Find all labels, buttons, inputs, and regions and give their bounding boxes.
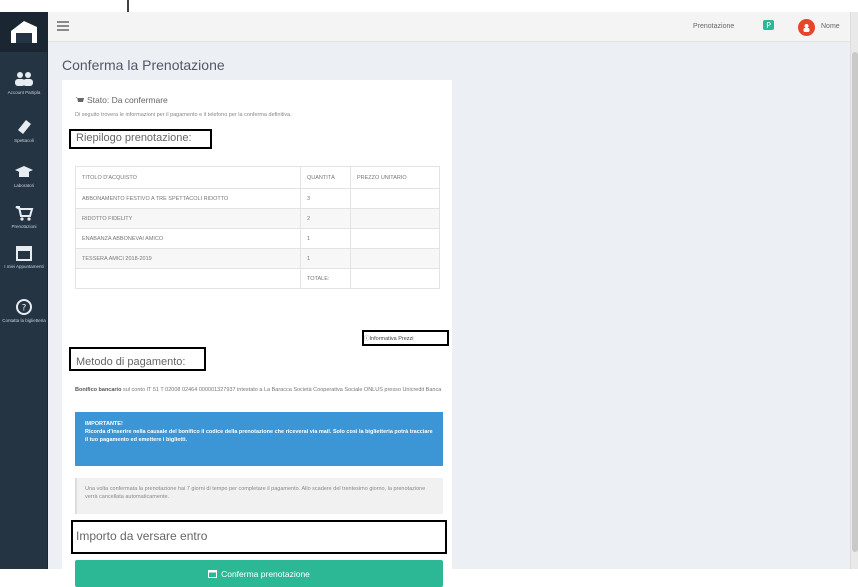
- status-text: Stato: Da confermare: [87, 95, 168, 105]
- sidebar-item-label: I miei Appuntamenti: [4, 264, 44, 269]
- app-logo[interactable]: [0, 12, 48, 52]
- reservation-link[interactable]: Prenotazione: [693, 23, 734, 30]
- table-cell: 2: [300, 208, 351, 229]
- calendar-icon: [16, 246, 32, 261]
- ticket-icon: [18, 120, 31, 134]
- table-cell: ABBONAMENTO FESTIVO A TRE SPETTACOLI RID…: [75, 188, 301, 209]
- graduation-cap-icon: [15, 166, 33, 177]
- table-cell: [350, 188, 440, 209]
- total-value: [350, 268, 440, 289]
- sidebar-item-label: Account Partipla: [7, 90, 41, 95]
- table-row: ABBONAMENTO FESTIVO A TRE SPETTACOLI RID…: [75, 188, 440, 209]
- table-row: RIDOTTO FIDELITY 2: [75, 208, 440, 229]
- table-cell: TESSERA AMICI 2018-2019: [75, 248, 301, 269]
- annotation-box: [71, 520, 447, 554]
- logo-icon: [11, 21, 37, 43]
- app-frame: Account Partipla Spettacoli Laboratori P…: [0, 0, 858, 587]
- sidebar-item-spettacoli[interactable]: Spettacoli: [0, 118, 48, 143]
- sidebar-item-label: Prenotazioni: [11, 224, 37, 229]
- main-content: Conferma la Prenotazione Stato: Da confe…: [48, 42, 850, 587]
- scrollbar-thumb[interactable]: [852, 52, 858, 552]
- table-cell: RIDOTTO FIDELITY: [75, 208, 301, 229]
- important-alert: IMPORTANTE! Ricorda d'inserire nella cau…: [75, 412, 443, 466]
- reservation-badge-icon[interactable]: P: [762, 18, 776, 32]
- cart-icon: [75, 97, 84, 102]
- table-cell: [350, 228, 440, 249]
- summary-table: TITOLO D'ACQUISTO QUANTITÀ PREZZO UNITAR…: [75, 166, 440, 289]
- sidebar-item-contatta[interactable]: ? Contatta la biglietteria: [0, 298, 48, 323]
- svg-text:?: ?: [22, 304, 27, 314]
- table-cell: 3: [300, 188, 351, 209]
- status-note: Di seguito trovera le informazioni per i…: [75, 112, 292, 118]
- payment-details: Bonifico bancario sul conto IT 51 T 0200…: [75, 386, 445, 394]
- sidebar-item-label: Contatta la biglietteria: [2, 318, 46, 323]
- cart-icon: [15, 206, 34, 221]
- table-cell: ENABANZA ABBONEVAI AMICO: [75, 228, 301, 249]
- annotation-box: [69, 129, 212, 149]
- page-title: Conferma la Prenotazione: [62, 57, 225, 73]
- menu-toggle-icon[interactable]: [57, 21, 69, 31]
- status-line: Stato: Da confermare: [75, 95, 168, 105]
- table-cell: 1: [300, 248, 351, 269]
- alert-title: IMPORTANTE!: [85, 421, 123, 427]
- table-total-row: TOTALE:: [75, 268, 440, 289]
- table-cell: [350, 208, 440, 229]
- table-cell: 1: [300, 228, 351, 249]
- payment-method-label: Bonifico bancario: [75, 387, 122, 393]
- table-row: TESSERA AMICI 2018-2019 1: [75, 248, 440, 269]
- total-label: TOTALE:: [300, 268, 351, 289]
- table-cell: [350, 248, 440, 269]
- annotation-box: [362, 330, 449, 346]
- reservation-panel: Stato: Da confermare Di seguito trovera …: [62, 80, 452, 587]
- calendar-icon: [208, 569, 218, 578]
- users-icon: [15, 72, 33, 86]
- column-header: QUANTITÀ: [300, 166, 351, 189]
- sidebar: Account Partipla Spettacoli Laboratori P…: [0, 12, 48, 569]
- user-name[interactable]: Nome: [821, 23, 840, 30]
- payment-notice: Una volta confermata la prenotazione hai…: [75, 478, 443, 514]
- sidebar-item-account[interactable]: Account Partipla: [0, 70, 48, 95]
- table-header-row: TITOLO D'ACQUISTO QUANTITÀ PREZZO UNITAR…: [75, 166, 440, 189]
- user-icon: [803, 24, 810, 32]
- confirm-reservation-button[interactable]: Conferma prenotazione: [75, 560, 443, 587]
- table-row: ENABANZA ABBONEVAI AMICO 1: [75, 228, 440, 249]
- help-circle-icon: ?: [16, 299, 32, 315]
- svg-text:P: P: [766, 21, 771, 30]
- table-cell: [75, 268, 301, 289]
- top-bar: Prenotazione P Nome: [48, 12, 850, 42]
- confirm-label: Conferma prenotazione: [221, 568, 310, 579]
- sidebar-item-laboratori[interactable]: Laboratori: [0, 163, 48, 188]
- sidebar-item-label: Laboratori: [13, 183, 35, 188]
- avatar[interactable]: [798, 19, 815, 36]
- column-header: TITOLO D'ACQUISTO: [75, 166, 301, 189]
- column-header: PREZZO UNITARIO: [350, 166, 440, 189]
- scrollbar[interactable]: [850, 12, 858, 569]
- annotation-box: [69, 347, 206, 371]
- sidebar-item-appuntamenti[interactable]: I miei Appuntamenti: [0, 244, 48, 269]
- sidebar-item-prenotazioni[interactable]: Prenotazioni: [0, 204, 48, 229]
- sidebar-item-label: Spettacoli: [14, 138, 34, 143]
- payment-method-text: sul conto IT 51 T 02008 02464 0000013279…: [122, 387, 442, 393]
- alert-text: Ricorda d'inserire nella causale del bon…: [85, 429, 433, 443]
